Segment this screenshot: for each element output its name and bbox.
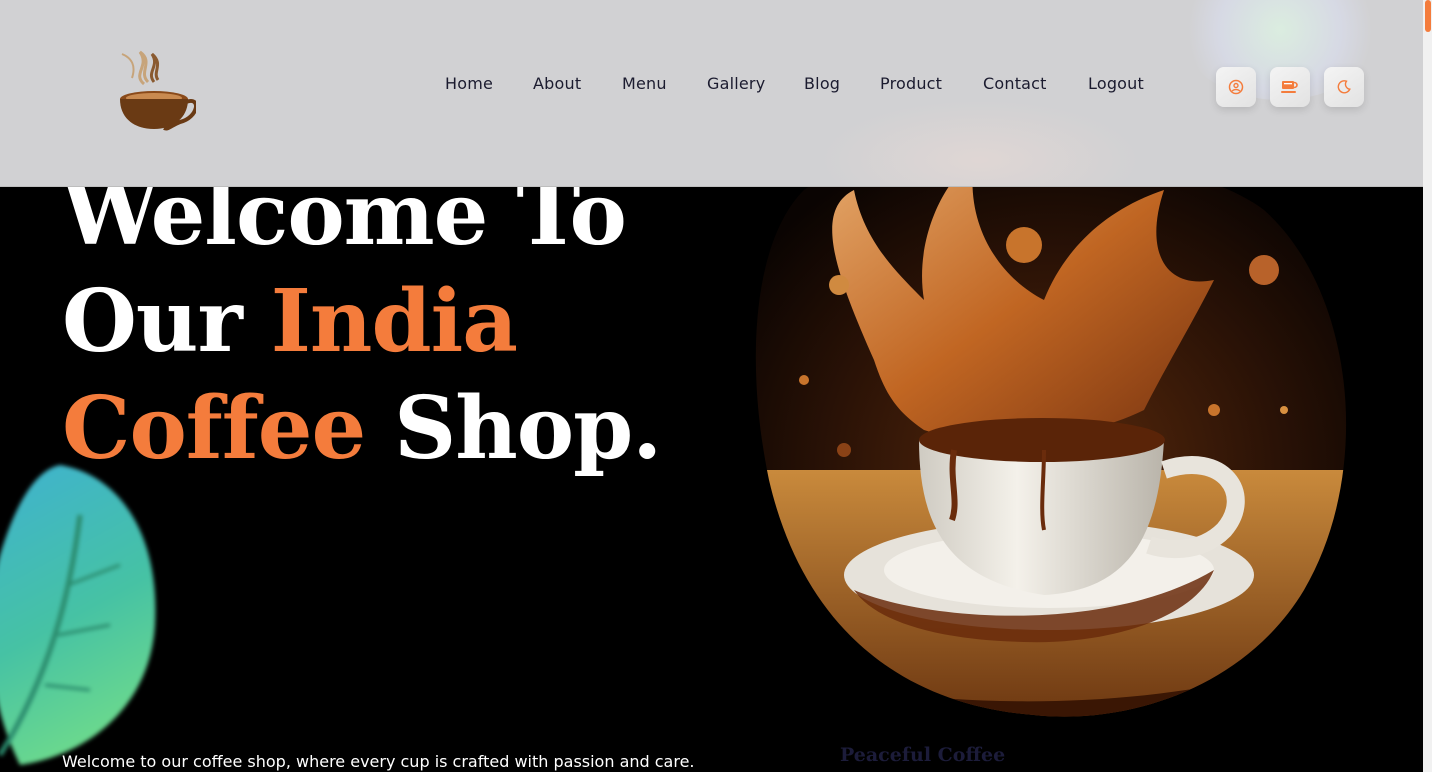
cart-button[interactable] bbox=[1270, 67, 1310, 107]
nav-contact[interactable]: Contact bbox=[983, 74, 1047, 93]
scrollbar-thumb[interactable] bbox=[1425, 0, 1431, 32]
leaf-decoration bbox=[0, 465, 156, 765]
page-scrollbar[interactable] bbox=[1423, 0, 1432, 772]
coffee-splash-image bbox=[755, 152, 1347, 717]
hero-tagline: Welcome to our coffee shop, where every … bbox=[62, 752, 695, 771]
user-account-button[interactable] bbox=[1216, 67, 1256, 107]
section-heading-peaceful-coffee: Peaceful Coffee bbox=[840, 744, 1006, 766]
nav-blog[interactable]: Blog bbox=[804, 74, 840, 93]
nav-gallery[interactable]: Gallery bbox=[707, 74, 765, 93]
nav-product[interactable]: Product bbox=[880, 74, 942, 93]
user-circle-icon bbox=[1228, 79, 1244, 95]
hero-heading-line-3: Coffee Shop. bbox=[62, 378, 662, 479]
nav-logout[interactable]: Logout bbox=[1088, 74, 1144, 93]
moon-icon bbox=[1337, 80, 1351, 94]
nav-menu[interactable]: Menu bbox=[622, 74, 667, 93]
dark-mode-toggle[interactable] bbox=[1324, 67, 1364, 107]
nav-home[interactable]: Home bbox=[445, 74, 493, 93]
hero-heading-line-2: Our India bbox=[62, 271, 518, 372]
nav-about[interactable]: About bbox=[533, 74, 581, 93]
header-glow-decoration-2 bbox=[820, 100, 1140, 186]
main-nav: Home About Menu Gallery Blog Product Con… bbox=[0, 74, 1423, 100]
coffee-cup-icon bbox=[1281, 81, 1298, 93]
site-header: Home About Menu Gallery Blog Product Con… bbox=[0, 0, 1423, 187]
